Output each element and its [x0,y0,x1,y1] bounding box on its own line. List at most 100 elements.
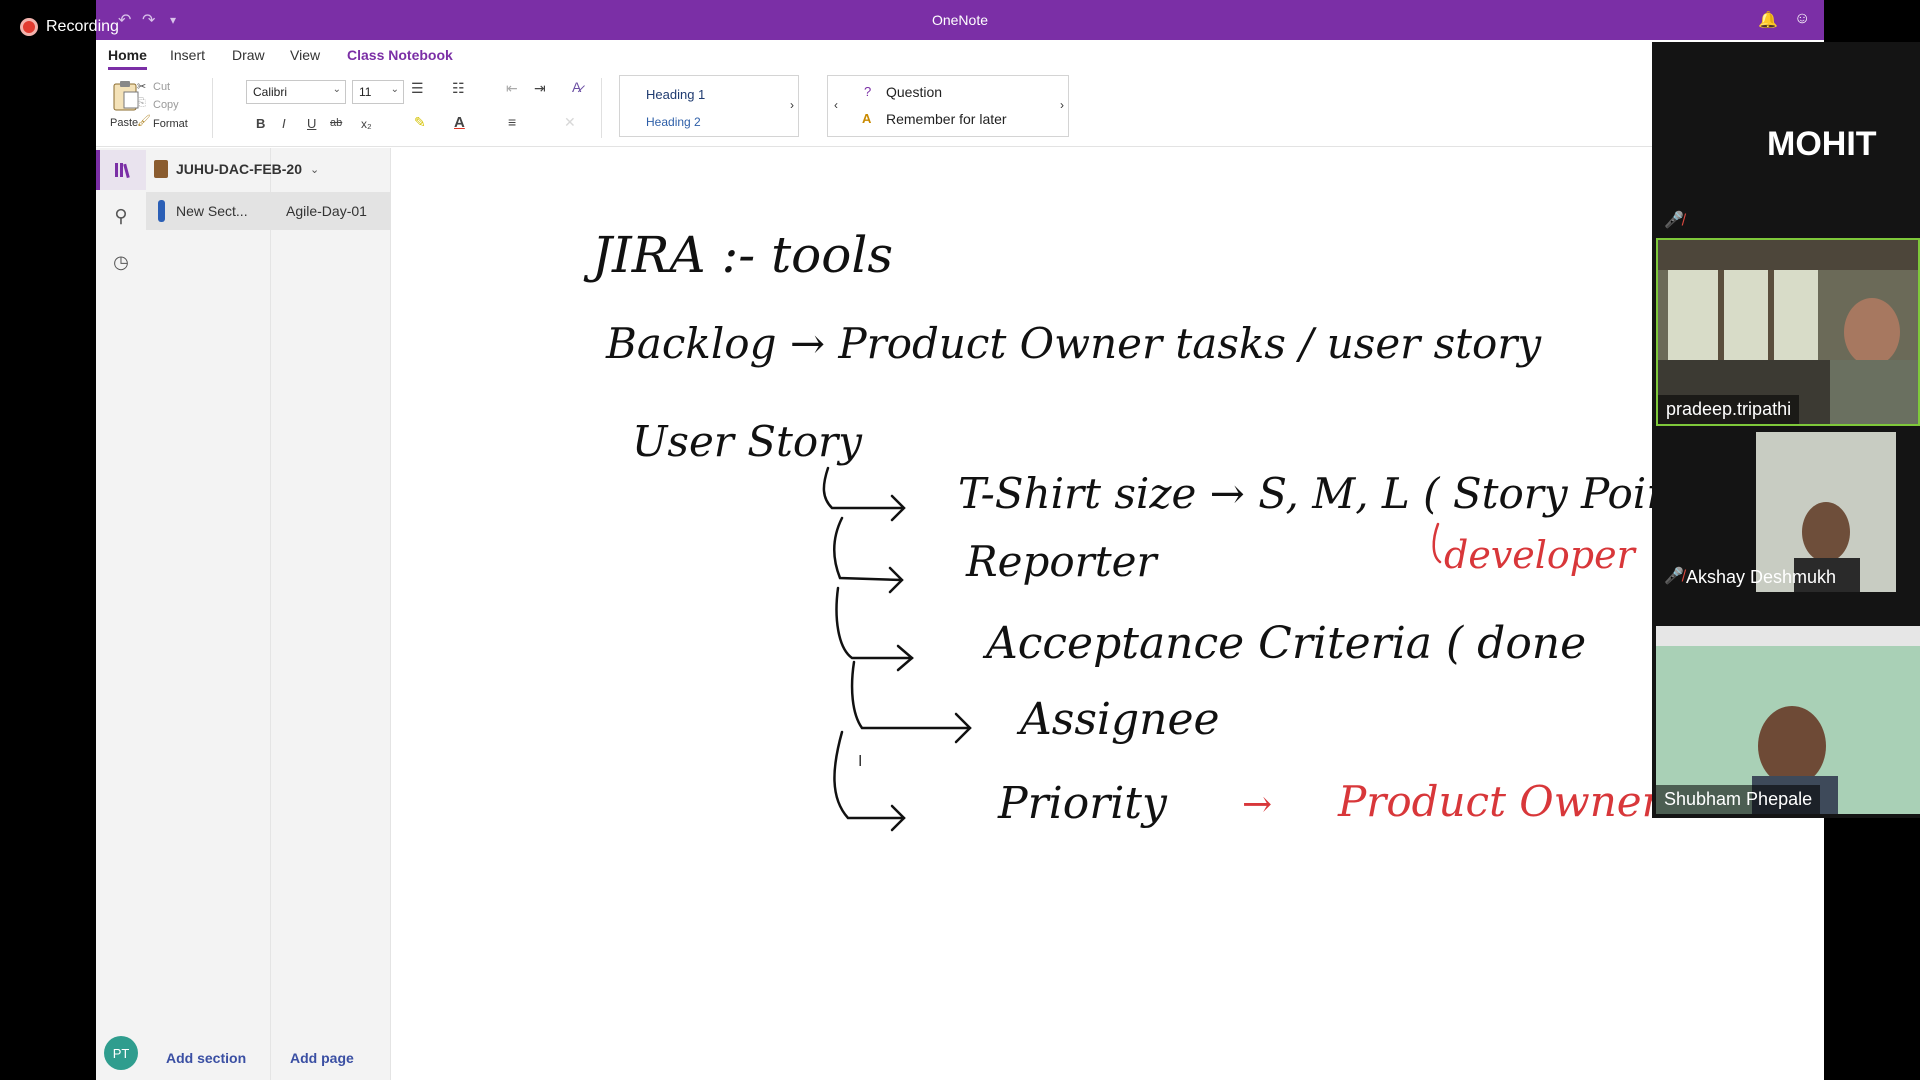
participant-name: Shubham Phepale [1656,785,1821,814]
ribbon-tabs: Home Insert Draw View Class Notebook [96,40,1824,70]
styles-gallery[interactable]: Heading 1 Heading 2 › [619,75,799,137]
feedback-smiley-icon[interactable]: ☺ [1794,10,1810,28]
participants-panel: MOHIT 🎤̸ pradeep.tripathi 🎤̸ Akshay Desh… [1652,42,1920,818]
style-heading-1[interactable]: Heading 1 [646,87,705,102]
recent-icon[interactable]: ◷ [96,242,146,282]
tab-home[interactable]: Home [108,47,147,70]
notebooks-icon[interactable] [96,150,146,190]
section-item[interactable]: New Sect... [146,192,271,230]
tags-gallery[interactable]: ‹ ? Question A Remember for later › [827,75,1069,137]
decrease-indent-icon[interactable]: ⇤ [506,80,518,97]
note-line-1: JIRA :- tools [583,226,893,284]
font-size-dropdown[interactable]: 11 ⌄ [352,80,404,104]
notebook-selector[interactable]: JUHU-DAC-FEB-20 ⌄ [154,160,319,178]
recording-indicator: Recording [20,18,119,36]
chevron-down-icon: ⌄ [390,84,399,95]
ink-branch-1 [822,466,904,510]
note-developer: developer [1444,533,1638,577]
participant-name: Akshay Deshmukh [1686,567,1837,587]
page-label: Agile-Day-01 [286,203,367,219]
style-heading-2[interactable]: Heading 2 [646,115,701,129]
font-color-icon[interactable]: A [454,114,465,131]
library-icon [115,163,130,179]
note-canvas[interactable]: JIRA :- tools Backlog → Product Owner ta… [392,148,1824,1080]
subscript-button[interactable]: x₂ [361,117,372,131]
paste-label: Paste [110,117,139,129]
ink-red-stroke [1432,522,1442,564]
copy-button[interactable]: Copy [153,99,179,111]
format-painter-button[interactable]: Format [153,118,188,130]
avatar[interactable]: PT [104,1036,138,1070]
search-icon[interactable]: ⚲ [96,196,146,236]
tab-insert[interactable]: Insert [170,47,205,63]
app-title: OneNote [931,12,989,28]
navigation-rail: ⚲ ◷ PT [96,148,146,1080]
bell-icon[interactable]: 🔔 [1758,10,1778,30]
add-page-button[interactable]: Add page [290,1050,354,1066]
note-item-acceptance: Acceptance Criteria ( done [982,618,1586,669]
paragraph-align-icon[interactable]: ≡ [508,114,516,130]
chevron-left-icon[interactable]: ‹ [834,98,838,112]
cut-icon: ✂ [137,81,147,93]
italic-button[interactable]: I [282,116,286,131]
notebook-icon [154,160,168,178]
cut-button[interactable]: Cut [153,81,170,93]
page-item[interactable]: Agile-Day-01 [271,192,391,230]
chevron-down-icon: ⌄ [310,163,320,176]
add-section-button[interactable]: Add section [166,1050,246,1066]
bullet-list-icon[interactable]: ☰ [411,80,424,97]
participant-tile[interactable]: Shubham Phepale [1656,626,1920,814]
tab-class-notebook[interactable]: Class Notebook [347,47,453,63]
delete-icon[interactable]: ✕ [564,114,576,131]
note-item-reporter: Reporter [965,537,1159,586]
font-size-value: 11 [359,85,372,99]
clear-formatting-icon[interactable]: A̷ [572,79,581,95]
numbered-list-icon[interactable]: ☷ [452,80,465,97]
section-label: New Sect... [176,203,248,219]
ribbon-divider [601,78,602,138]
tab-draw[interactable]: Draw [232,47,265,63]
section-color-tab [158,200,165,222]
recording-label: Recording [46,18,119,35]
highlighter-icon[interactable]: ✎ [414,114,426,131]
note-item-priority: Priority [997,778,1168,829]
strikethrough-button[interactable]: ab [330,117,342,129]
format-painter-icon: 🖌 [137,115,151,127]
onenote-window: ↶ ↷ ▾ OneNote 🔔 ☺ Home Insert Draw View … [96,0,1824,1080]
increase-indent-icon[interactable]: ⇥ [534,80,546,97]
text-cursor-icon: I [858,753,862,770]
mic-muted-icon: 🎤̸ [1664,212,1684,229]
participant-tile[interactable]: 🎤̸ Akshay Deshmukh [1656,432,1920,620]
ink-branch-5 [833,730,906,820]
tag-question[interactable]: Question [886,84,942,100]
note-priority-arrow: → [1242,784,1272,825]
font-family-dropdown[interactable]: Calibri ⌄ [246,80,346,104]
question-icon: ? [864,84,872,99]
title-bar: ↶ ↷ ▾ OneNote 🔔 ☺ [96,0,1824,40]
copy-icon: ⎘ [137,97,146,109]
active-speaker-tile[interactable]: MOHIT 🎤̸ [1652,42,1920,232]
chevron-right-icon[interactable]: › [1060,98,1064,112]
remember-icon: A [862,111,872,126]
underline-button[interactable]: U [307,116,316,131]
tab-view[interactable]: View [290,47,320,63]
sections-pane [146,148,271,1080]
tag-remember-for-later[interactable]: Remember for later [886,111,1007,127]
speaker-name: MOHIT [1767,125,1877,163]
notebook-name: JUHU-DAC-FEB-20 [176,161,303,177]
chevron-down-icon: ⌄ [332,84,341,95]
chevron-right-icon[interactable]: › [790,98,794,112]
participant-tile[interactable]: pradeep.tripathi [1656,238,1920,426]
ribbon: Paste ✂ Cut ⎘ Copy 🖌 Format Calibri ⌄ 11… [96,70,1824,147]
pages-pane [271,148,391,1080]
note-item-assignee: Assignee [1016,694,1220,745]
bold-button[interactable]: B [256,116,265,131]
note-item-tshirt: T-Shirt size → S, M, L ( Story Point [958,469,1690,518]
participant-name: pradeep.tripathi [1658,395,1800,424]
note-product-owner: Product Owner [1337,777,1665,826]
ribbon-divider [212,78,213,138]
record-icon [20,18,38,36]
note-line-3: User Story [632,417,863,466]
note-line-2: Backlog → Product Owner tasks / user sto… [605,319,1542,368]
ink-layer: JIRA :- tools Backlog → Product Owner ta… [583,226,1824,832]
